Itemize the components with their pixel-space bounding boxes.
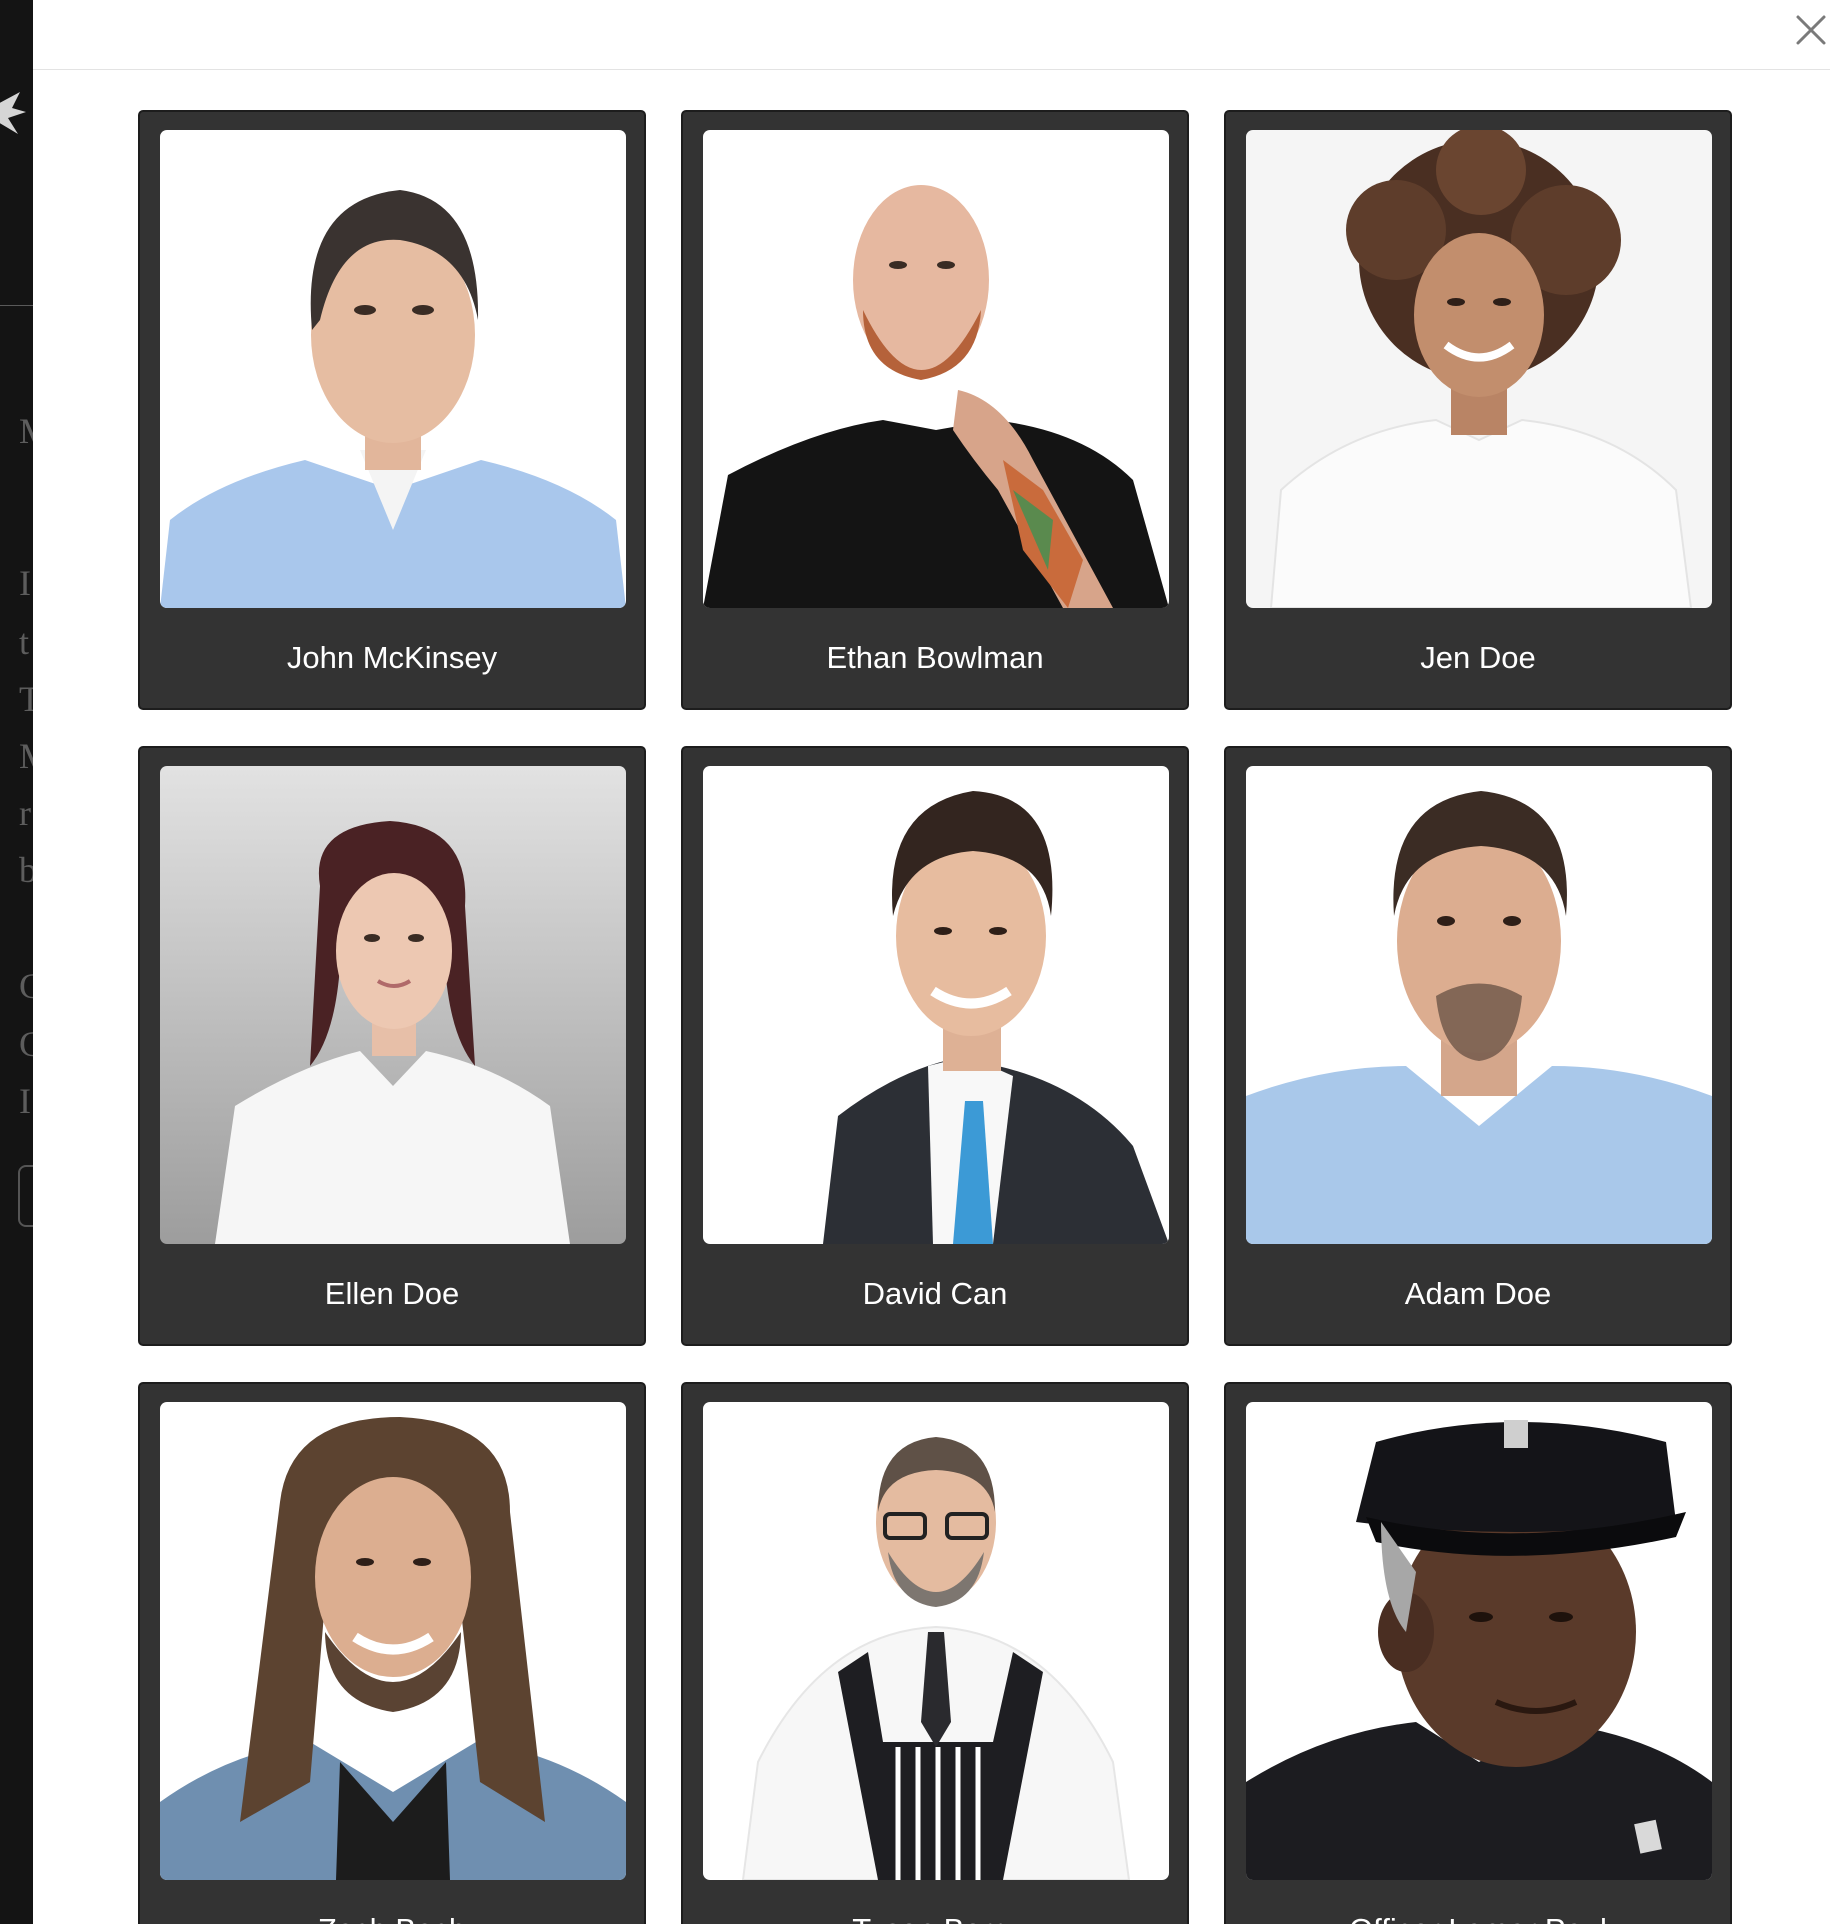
person-name: Jen Doe <box>1420 640 1536 675</box>
person-photo <box>703 130 1169 608</box>
person-name: David Can <box>862 1276 1008 1311</box>
person-photo <box>160 1402 626 1880</box>
background-text: C <box>19 966 33 1006</box>
divider <box>0 305 33 306</box>
person-card[interactable]: David Can <box>681 746 1189 1346</box>
person-photo <box>160 766 626 1244</box>
person-name: Tyson Berry <box>683 1914 1187 1924</box>
person-photo <box>1246 130 1712 608</box>
person-card[interactable]: John McKinsey <box>138 110 646 710</box>
person-name: Officer Lamar Paul <box>1226 1914 1730 1924</box>
person-card[interactable]: Officer Lamar Paul <box>1224 1382 1732 1924</box>
background-text: I <box>19 563 31 603</box>
person-name: Ethan Bowlman <box>826 640 1044 675</box>
background-text: b <box>19 850 33 890</box>
person-card[interactable]: Ellen Doe <box>138 746 646 1346</box>
person-photo <box>703 1402 1169 1880</box>
background-text: M <box>19 738 33 774</box>
background-text: I <box>19 1081 31 1121</box>
background-button <box>18 1165 33 1227</box>
background-text: r <box>19 793 31 833</box>
person-card[interactable]: Jen Doe <box>1224 110 1732 710</box>
person-name: John McKinsey <box>286 640 498 675</box>
people-modal: John McKinsey Ethan Bowlman Jen Doe Elle… <box>33 0 1830 1924</box>
person-photo <box>160 130 626 608</box>
background-text: M <box>19 413 33 449</box>
background-page: M I t T M r b C C I <box>0 0 33 1924</box>
person-card[interactable]: Zach Bach <box>138 1382 646 1924</box>
person-name: Ellen Doe <box>324 1276 460 1311</box>
background-text: T <box>19 679 33 719</box>
person-photo <box>1246 766 1712 1244</box>
person-card[interactable]: Adam Doe <box>1224 746 1732 1346</box>
person-name: Adam Doe <box>1404 1276 1552 1311</box>
background-text: t <box>19 622 30 662</box>
logo-icon <box>0 86 28 146</box>
person-photo <box>703 766 1169 1244</box>
background-text: C <box>19 1024 33 1064</box>
people-grid: John McKinsey Ethan Bowlman Jen Doe Elle… <box>33 0 1830 1924</box>
person-name: Zach Bach <box>140 1914 644 1924</box>
person-card[interactable]: Ethan Bowlman <box>681 110 1189 710</box>
person-photo <box>1246 1402 1712 1880</box>
person-card[interactable]: Tyson Berry <box>681 1382 1189 1924</box>
